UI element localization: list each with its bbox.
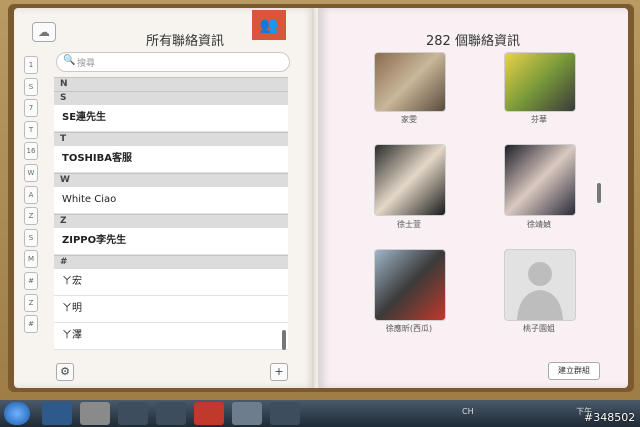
list-item[interactable]: TOSHIBA客服 <box>54 146 288 173</box>
index-tab[interactable]: S <box>24 77 38 96</box>
search-input[interactable]: 🔍 搜尋 <box>56 52 290 72</box>
list-item[interactable]: White Ciao <box>54 187 288 214</box>
contact-name: SE連先生 <box>62 112 107 123</box>
create-group-button[interactable]: 建立群組 <box>548 362 600 380</box>
default-avatar-icon <box>517 262 563 320</box>
contact-name: TOSHIBA客服 <box>62 153 132 164</box>
contact-name: 徐士萱 <box>397 220 421 229</box>
list-item[interactable]: ㄚ明 <box>54 296 288 323</box>
contact-name: 徐應昕(西瓜) <box>385 324 433 333</box>
index-tab[interactable]: M <box>24 250 38 269</box>
search-placeholder: 搜尋 <box>77 59 96 69</box>
alphabet-index[interactable]: 1 S 7 T 16 W A Z S M # Z # <box>24 56 38 337</box>
language-indicator[interactable]: CH <box>462 407 474 416</box>
section-header: Z <box>54 214 288 228</box>
section-header: S <box>54 91 288 105</box>
watermark: #348502 <box>584 411 636 424</box>
contact-name: 芬華 <box>531 115 547 124</box>
section-header: T <box>54 132 288 146</box>
app-icon[interactable] <box>232 402 262 425</box>
contacts-ribbon-icon[interactable]: 👥 <box>252 10 286 40</box>
right-page <box>318 8 628 388</box>
contact-name: ZIPPO李先生 <box>62 235 127 246</box>
contact-photo[interactable] <box>374 52 446 112</box>
contact-name: 徐靖媜 <box>527 220 551 229</box>
index-tab[interactable]: Z <box>24 207 38 226</box>
grid-scrollbar[interactable] <box>597 183 601 203</box>
index-tab[interactable]: S <box>24 228 38 247</box>
index-tab[interactable]: Z <box>24 293 38 312</box>
index-tab[interactable]: # <box>24 315 38 334</box>
index-tab[interactable]: 7 <box>24 99 38 118</box>
index-tab[interactable]: 1 <box>24 56 38 74</box>
page-title-all-contacts: 所有聯絡資訊 <box>145 34 224 49</box>
contact-photo[interactable] <box>374 144 446 216</box>
index-tab[interactable]: A <box>24 185 38 204</box>
page-title-contact-count: 282 個聯絡資訊 <box>426 34 520 49</box>
add-contact-button[interactable]: + <box>270 363 288 381</box>
section-header: N <box>54 77 288 91</box>
contact-photo[interactable] <box>374 249 446 321</box>
index-tab[interactable]: T <box>24 120 38 139</box>
index-tab[interactable]: W <box>24 163 38 182</box>
index-tab[interactable]: # <box>24 271 38 290</box>
contact-name: White Ciao <box>62 194 117 205</box>
internet-explorer-icon[interactable] <box>42 402 72 425</box>
settings-gear-icon[interactable]: ⚙ <box>56 363 74 381</box>
contact-list: N S SE連先生 T TOSHIBA客服 W White Ciao Z ZIP… <box>54 77 288 350</box>
contact-name: ㄚ明 <box>62 303 82 314</box>
start-button-icon[interactable] <box>4 402 30 425</box>
itunes-icon[interactable] <box>270 402 300 425</box>
list-item[interactable]: ㄚ宏 <box>54 269 288 296</box>
contact-name: 桃子園姐 <box>523 324 555 333</box>
section-header: W <box>54 173 288 187</box>
section-header: # <box>54 255 288 269</box>
list-item[interactable]: ㄚ澤 <box>54 323 288 350</box>
itunes-icon[interactable] <box>156 402 186 425</box>
system-tray[interactable]: CH 下午 <box>462 406 592 417</box>
chrome-icon[interactable] <box>80 402 110 425</box>
index-tab[interactable]: 16 <box>24 142 38 161</box>
contact-photo[interactable] <box>504 52 576 112</box>
search-icon: 🔍 <box>63 55 76 66</box>
app-icon[interactable] <box>194 402 224 425</box>
list-scrollbar[interactable] <box>282 330 286 350</box>
contact-name: ㄚ宏 <box>62 276 82 287</box>
contact-name: ㄚ澤 <box>62 330 82 341</box>
contact-name: 家雯 <box>401 115 417 124</box>
list-item[interactable]: SE連先生 <box>54 105 288 132</box>
contact-photo[interactable] <box>504 144 576 216</box>
taskbar: CH 下午 <box>0 400 640 427</box>
list-item[interactable]: ZIPPO李先生 <box>54 228 288 255</box>
cloud-icon[interactable]: ☁ <box>32 22 56 42</box>
app-icon[interactable] <box>118 402 148 425</box>
contact-photo[interactable] <box>504 249 576 321</box>
